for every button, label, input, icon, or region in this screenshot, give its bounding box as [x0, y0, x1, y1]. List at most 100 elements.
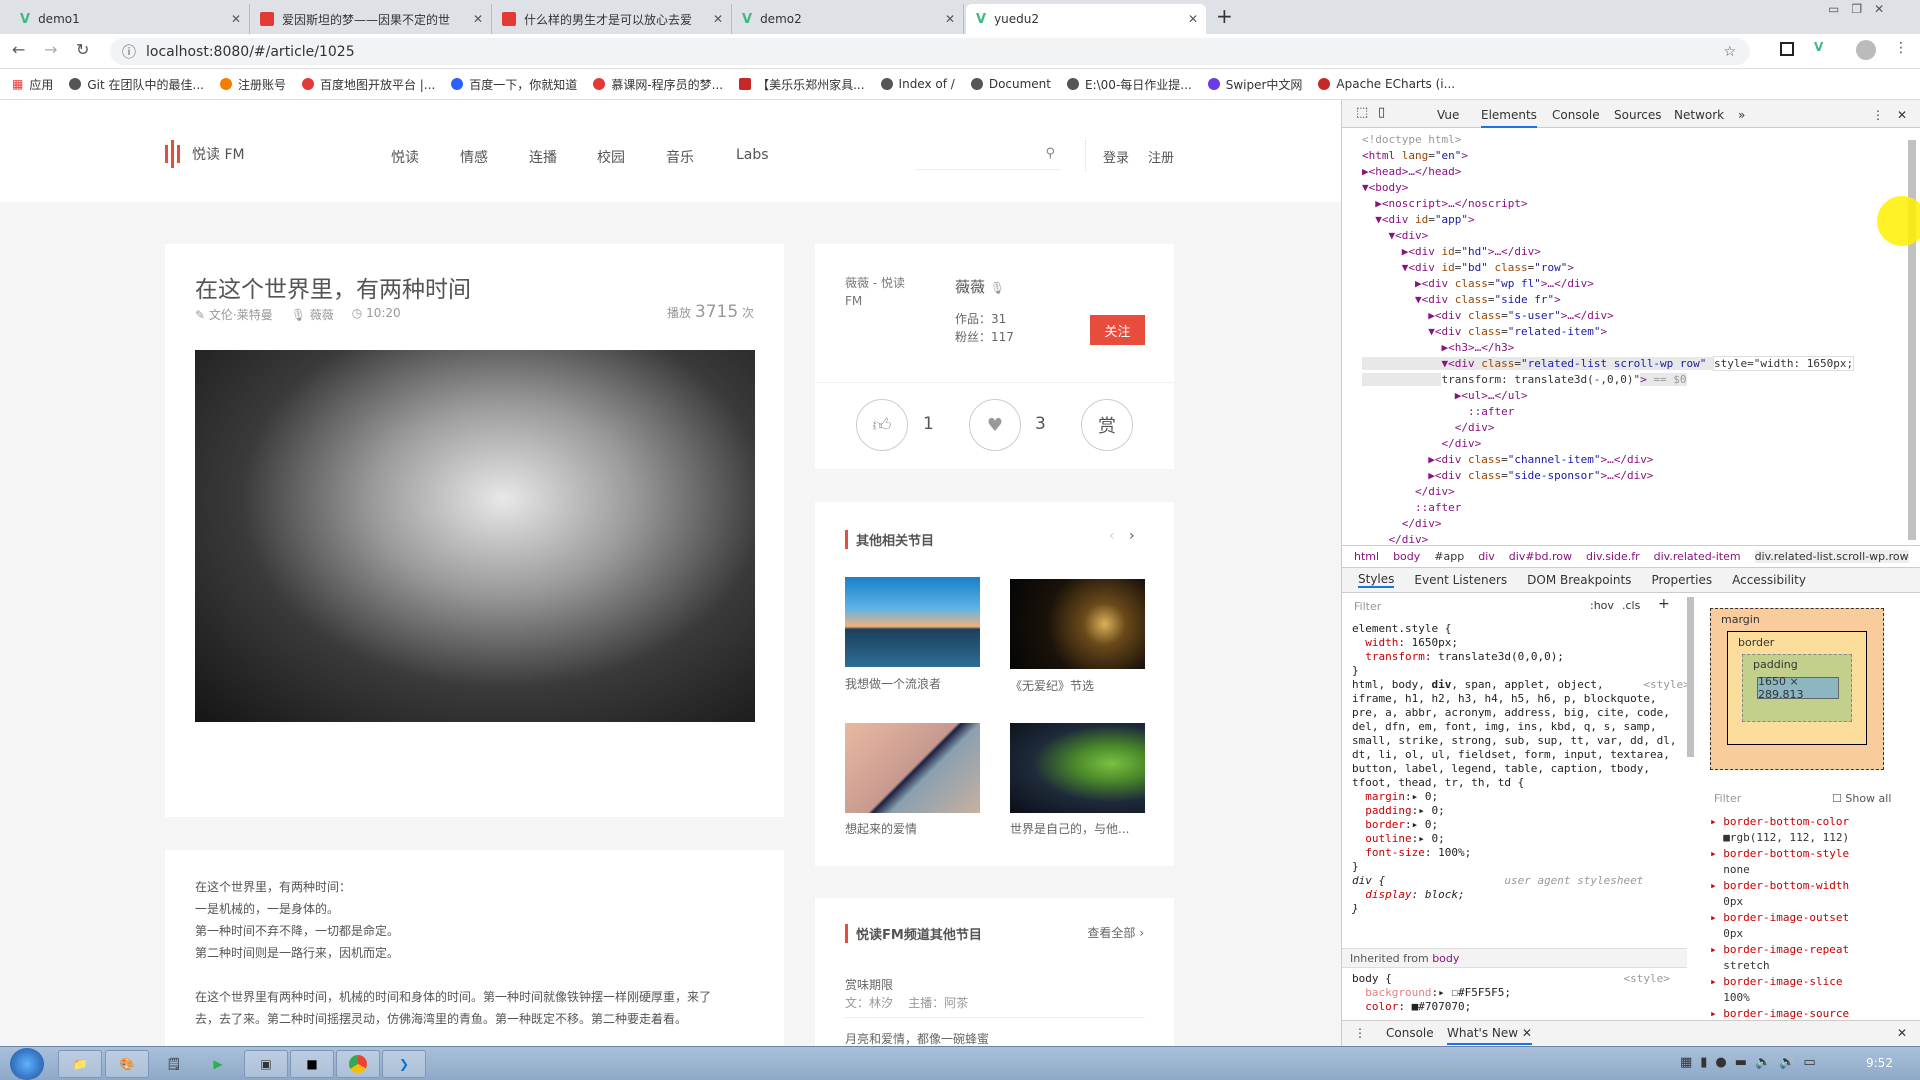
breadcrumb-item[interactable]: div — [1478, 550, 1495, 563]
back-icon[interactable]: ← — [12, 40, 25, 59]
breadcrumb-item[interactable]: div.side.fr — [1586, 550, 1640, 563]
url-input[interactable]: ⓘ localhost:8080/#/article/1025 ☆ — [110, 38, 1750, 65]
nav-item[interactable]: 情感 — [460, 147, 488, 167]
bookmark[interactable]: Git 在团队中的最佳... — [69, 76, 204, 93]
browser-tab[interactable]: Vdemo1 ✕ — [10, 4, 250, 34]
terminal-icon[interactable]: ■ — [290, 1050, 334, 1078]
bookmark[interactable]: 慕课网-程序员的梦... — [593, 76, 723, 93]
vue-devtools-icon[interactable]: V — [1814, 40, 1823, 54]
bookmark[interactable]: 百度一下，你就知道 — [451, 76, 577, 93]
extension-icon[interactable] — [1780, 42, 1794, 56]
user-avatar[interactable]: 薇薇 - 悦读 FM — [845, 274, 925, 310]
breadcrumb-item[interactable]: div.related-item — [1654, 550, 1741, 563]
bookmark[interactable]: 百度地图开放平台 |... — [301, 76, 435, 93]
computed-property[interactable]: ▸ border-image-outset 0px — [1710, 910, 1900, 942]
styles-tab[interactable]: Styles — [1358, 572, 1395, 588]
bookmark[interactable]: E:\00-每日作业提... — [1067, 76, 1192, 93]
breadcrumb-item[interactable]: div#bd.row — [1509, 550, 1572, 563]
reload-icon[interactable]: ↻ — [76, 40, 89, 59]
reward-button[interactable]: 赏 — [1081, 399, 1133, 451]
dom-tree[interactable]: <!doctype html> <html lang="en"> ▶<head>… — [1362, 132, 1855, 548]
start-button[interactable] — [10, 1048, 44, 1080]
browser-tab-active[interactable]: Vyuedu2 ✕ — [966, 4, 1206, 34]
screenshot-tool-icon[interactable]: ▣ — [244, 1050, 288, 1078]
styles-rules[interactable]: element.style { width: 1650px; transform… — [1352, 622, 1690, 916]
bookmark[interactable]: Apache ECharts (i... — [1318, 77, 1455, 91]
bookmark[interactable]: 【美乐乐郑州家具... — [739, 76, 865, 93]
next-arrow-icon[interactable]: › — [1129, 528, 1135, 544]
login-link[interactable]: 登录 — [1103, 147, 1129, 166]
program-title[interactable]: 想起来的爱情 — [845, 820, 917, 837]
computed-property[interactable]: ▸ border-bottom-style none — [1710, 846, 1900, 878]
program-title[interactable]: 我想做一个流浪者 — [845, 675, 941, 692]
devtools-tab[interactable]: Console — [1552, 108, 1600, 122]
like-button[interactable]: 👍︎ — [856, 399, 908, 451]
properties-tab[interactable]: Properties — [1651, 573, 1712, 587]
body-rule[interactable]: body { <style> background:▸ ☐#F5F5F5; co… — [1352, 972, 1670, 1014]
computed-property[interactable]: ▸ border-image-repeat stretch — [1710, 942, 1900, 974]
nav-item[interactable]: 悦读 — [391, 147, 419, 167]
devtools-tab[interactable]: Network — [1674, 108, 1724, 122]
devtools-tab-active[interactable]: Elements — [1481, 108, 1537, 128]
drawer-tab-whats-new[interactable]: What's New ✕ — [1447, 1026, 1532, 1045]
devtools-tab[interactable]: Vue — [1437, 108, 1459, 122]
channel-item-title[interactable]: 月亮和爱情，都像一碗蜂蜜 — [845, 1030, 989, 1046]
browser-tab[interactable]: 什么样的男生才是可以放心去爱 ✕ — [492, 4, 732, 34]
more-tabs-icon[interactable]: » — [1738, 108, 1745, 122]
bookmark-apps[interactable]: ▦ 应用 — [12, 76, 53, 93]
program-thumbnail[interactable] — [845, 577, 980, 667]
close-tab-icon[interactable]: ✕ — [473, 12, 483, 26]
drawer-menu-icon[interactable]: ⋮ — [1354, 1026, 1366, 1040]
inspect-element-icon[interactable]: ⬚ — [1356, 105, 1368, 120]
bookmark[interactable]: 注册账号 — [219, 76, 286, 93]
register-link[interactable]: 注册 — [1148, 147, 1174, 166]
clock[interactable]: 9:52 — [1866, 1056, 1893, 1070]
close-tab-icon[interactable]: ✕ — [1522, 1026, 1532, 1040]
hov-toggle[interactable]: :hov — [1590, 599, 1614, 612]
media-player-icon[interactable]: ▶ — [196, 1050, 240, 1078]
styles-filter-input[interactable]: Filter — [1354, 598, 1554, 616]
follow-button[interactable]: 关注 — [1090, 315, 1145, 345]
search-input[interactable]: ⚲ — [915, 142, 1061, 170]
profile-avatar[interactable] — [1856, 40, 1876, 60]
computed-property[interactable]: ▸ border-bottom-width 0px — [1710, 878, 1900, 910]
nav-item[interactable]: 音乐 — [666, 147, 694, 167]
favorite-button[interactable]: ♥ — [969, 399, 1021, 451]
paint-icon[interactable]: 🎨 — [105, 1050, 149, 1078]
notepad-icon[interactable]: 🗒 — [152, 1050, 196, 1078]
channel-item-title[interactable]: 赏味期限 — [845, 976, 893, 993]
vscode-icon[interactable]: ❯ — [382, 1050, 426, 1078]
system-tray-icons[interactable]: ▦▮●▬🔈🔊▭ — [1680, 1055, 1824, 1070]
bookmark[interactable]: Index of / — [880, 77, 955, 91]
program-thumbnail[interactable] — [1010, 723, 1145, 813]
breadcrumb-item[interactable]: html — [1354, 550, 1379, 563]
nav-item[interactable]: 连播 — [529, 147, 557, 167]
device-toolbar-icon[interactable]: ▯ — [1378, 105, 1385, 120]
window-controls[interactable]: ▭❐✕ — [1828, 2, 1896, 16]
close-tab-icon[interactable]: ✕ — [231, 12, 241, 26]
computed-filter-input[interactable]: Filter — [1714, 792, 1741, 805]
site-logo[interactable]: 悦读 FM — [165, 140, 245, 168]
menu-icon[interactable]: ⋮ — [1894, 40, 1908, 56]
file-explorer-icon[interactable]: 📁 — [58, 1050, 102, 1078]
drawer-tab-console[interactable]: Console — [1386, 1026, 1434, 1040]
program-thumbnail[interactable] — [845, 723, 980, 813]
bookmark[interactable]: Document — [970, 77, 1051, 91]
new-rule-icon[interactable]: + — [1658, 596, 1670, 612]
cls-toggle[interactable]: .cls — [1622, 599, 1640, 612]
styles-scrollbar[interactable] — [1687, 597, 1694, 757]
close-tab-icon[interactable]: ✕ — [1188, 12, 1198, 26]
program-title[interactable]: 《无爱纪》节选 — [1010, 677, 1094, 694]
computed-property[interactable]: ▸ border-image-slice 100% — [1710, 974, 1900, 1006]
bookmark-star-icon[interactable]: ☆ — [1723, 44, 1736, 60]
new-tab-button[interactable]: + — [1216, 4, 1233, 28]
nav-item[interactable]: Labs — [736, 147, 769, 163]
devtools-tab[interactable]: Sources — [1614, 108, 1661, 122]
browser-tab[interactable]: Vdemo2 ✕ — [732, 4, 964, 34]
view-all-link[interactable]: 查看全部 › — [1087, 924, 1144, 941]
close-tab-icon[interactable]: ✕ — [945, 12, 955, 26]
close-tab-icon[interactable]: ✕ — [713, 12, 723, 26]
forward-icon[interactable]: → — [44, 40, 57, 59]
bookmark[interactable]: Swiper中文网 — [1207, 76, 1302, 93]
computed-property[interactable]: ▸ border-bottom-color ■rgb(112, 112, 112… — [1710, 814, 1900, 846]
